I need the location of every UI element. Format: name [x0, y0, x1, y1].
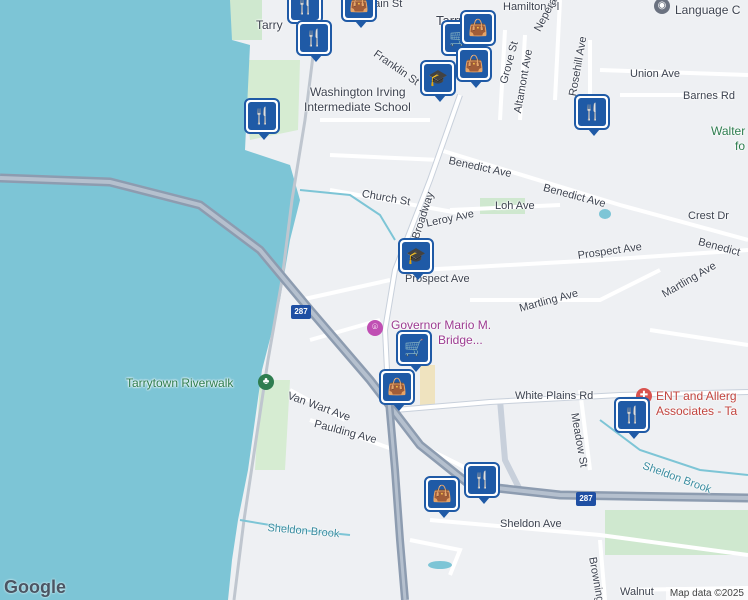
interstate-shield: 287	[576, 492, 596, 506]
place-label: Bridge...	[438, 333, 483, 347]
street-label: Walnut	[620, 586, 654, 598]
restaurant-pin[interactable]: 🍴	[574, 94, 610, 136]
street-label: Union Ave	[630, 68, 680, 80]
grocery-cart-icon: 🛒	[400, 334, 428, 362]
place-label: Tarrytown Riverwalk	[126, 376, 234, 390]
shopping-pin[interactable]: 👜	[424, 476, 460, 518]
map-attribution[interactable]: Map data ©2025	[665, 587, 748, 600]
shopping-bag-icon: 👜	[428, 480, 456, 508]
shopping-pin[interactable]: 👜	[379, 369, 415, 411]
restaurant-icon: 🍴	[468, 466, 496, 494]
street-label: Crest Dr	[688, 210, 729, 222]
restaurant-icon: 🍴	[618, 401, 646, 429]
place-label: Walter	[711, 124, 746, 138]
camera-icon[interactable]: ⌾	[367, 320, 383, 336]
shopping-bag-icon: 👜	[464, 14, 492, 42]
shopping-pin[interactable]: 👜	[341, 0, 377, 28]
shopping-pin[interactable]: 👜	[456, 46, 492, 88]
restaurant-pin[interactable]: 🍴	[296, 20, 332, 62]
place-label: fo	[735, 139, 746, 153]
restaurant-pin[interactable]: 🍴	[614, 397, 650, 439]
shopping-bag-icon: 👜	[345, 0, 373, 18]
shopping-bag-icon: 👜	[383, 373, 411, 401]
place-label: Language C	[675, 3, 741, 17]
school-icon: 🎓	[424, 64, 452, 92]
restaurant-pin[interactable]: 🍴	[464, 462, 500, 504]
place-label: ENT and Allerg	[656, 389, 737, 403]
school-pin[interactable]: 🎓	[420, 60, 456, 102]
place-label: Washington Irving	[310, 85, 406, 99]
restaurant-icon: 🍴	[300, 24, 328, 52]
street-label: Barnes Rd	[683, 90, 735, 102]
shopping-pin[interactable]: 👜	[460, 10, 496, 52]
school-icon: 🎓	[402, 242, 430, 270]
street-label: White Plains Rd	[515, 390, 594, 402]
place-label: Tarry	[256, 18, 283, 32]
school-pin[interactable]: 🎓	[398, 238, 434, 280]
restaurant-icon: 🍴	[578, 98, 606, 126]
grocery-pin[interactable]: 🛒	[396, 330, 432, 372]
place-label: Intermediate School	[304, 100, 411, 114]
interstate-shield: 287	[291, 305, 311, 319]
park-tree-icon[interactable]: ♣	[258, 374, 274, 390]
restaurant-icon: 🍴	[248, 102, 276, 130]
map-canvas[interactable]: 287 287 Hamilton Pl Main St Neperan Rd G…	[0, 0, 748, 600]
place-label: Associates - Ta	[656, 404, 738, 418]
shopping-bag-icon: 👜	[460, 50, 488, 78]
restaurant-icon: 🍴	[291, 0, 319, 20]
restaurant-pin[interactable]: 🍴	[244, 98, 280, 140]
street-label: Sheldon Ave	[500, 518, 562, 530]
google-logo: Google	[4, 577, 66, 597]
street-label: Loh Ave	[495, 200, 535, 212]
